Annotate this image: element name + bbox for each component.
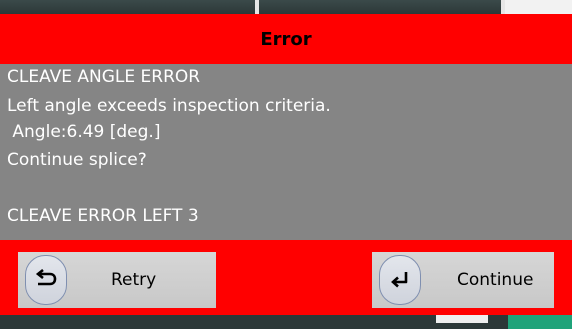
- error-dialog: Error CLEAVE ANGLE ERROR Left angle exce…: [0, 14, 572, 315]
- retry-button-label: Retry: [111, 270, 157, 290]
- dialog-button-bar: Retry Continue: [0, 240, 572, 315]
- message-line: Continue splice?: [7, 150, 147, 170]
- dialog-title: Error: [260, 28, 312, 50]
- message-line: Angle:6.49 [deg.]: [7, 122, 161, 142]
- background-status-bar: [0, 0, 572, 14]
- continue-button[interactable]: Continue: [372, 252, 554, 308]
- dialog-message-area: CLEAVE ANGLE ERROR Left angle exceeds in…: [0, 64, 572, 240]
- background-bottom-block: [436, 315, 488, 323]
- message-line: CLEAVE ANGLE ERROR: [7, 67, 201, 87]
- message-line: Left angle exceeds inspection criteria.: [7, 96, 331, 116]
- enter-return-icon: [379, 255, 421, 305]
- splicer-screen: Error CLEAVE ANGLE ERROR Left angle exce…: [0, 0, 572, 329]
- background-bottom-accent: [508, 315, 572, 329]
- retry-button[interactable]: Retry: [18, 252, 216, 308]
- continue-button-label: Continue: [457, 270, 534, 290]
- background-panel-block: [502, 0, 572, 14]
- message-line: CLEAVE ERROR LEFT 3: [7, 206, 199, 226]
- undo-arrow-icon: [25, 255, 67, 305]
